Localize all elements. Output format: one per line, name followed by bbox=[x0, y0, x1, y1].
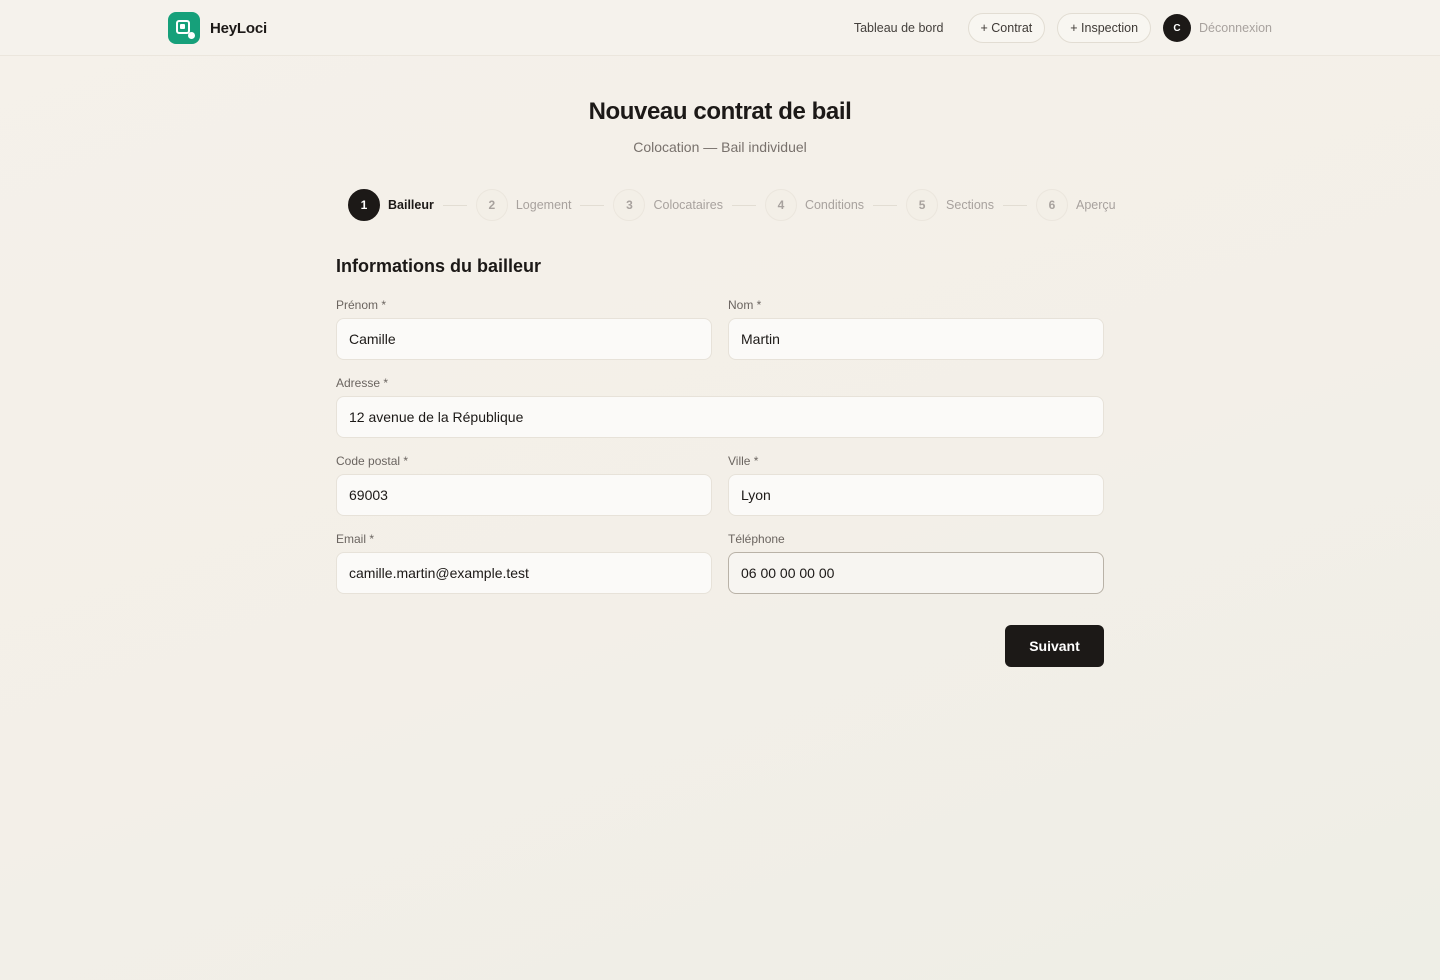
first-name-field: Prénom * bbox=[336, 298, 712, 360]
city-input[interactable] bbox=[728, 474, 1104, 516]
step-label: Bailleur bbox=[388, 198, 434, 212]
email-input[interactable] bbox=[336, 552, 712, 594]
phone-field: Téléphone bbox=[728, 532, 1104, 594]
last-name-label: Nom * bbox=[728, 298, 762, 312]
step-number: 5 bbox=[906, 189, 939, 221]
step-colocataires[interactable]: 3 Colocataires bbox=[613, 189, 723, 221]
step-sections[interactable]: 5 Sections bbox=[906, 189, 994, 221]
phone-input[interactable] bbox=[728, 552, 1104, 594]
postal-code-label: Code postal * bbox=[336, 454, 409, 468]
heyloci-logo-icon bbox=[168, 12, 200, 44]
step-connector bbox=[873, 204, 898, 206]
step-number: 3 bbox=[613, 189, 646, 221]
wizard-stepper: 1 Bailleur 2 Logement 3 Colocataires 4 C… bbox=[348, 189, 1116, 221]
page-subtitle: Colocation — Bail individuel bbox=[633, 139, 807, 155]
page-title: Nouveau contrat de bail bbox=[588, 98, 852, 125]
address-input[interactable] bbox=[336, 396, 1104, 438]
nav-actions: Tableau de bord + Contrat + Inspection C… bbox=[854, 13, 1272, 43]
logout-link[interactable]: Déconnexion bbox=[1199, 21, 1272, 35]
postal-code-field: Code postal * bbox=[336, 454, 712, 516]
step-label: Conditions bbox=[804, 198, 865, 212]
step-conditions[interactable]: 4 Conditions bbox=[764, 189, 865, 221]
step-number: 2 bbox=[475, 189, 508, 221]
new-contract-button[interactable]: + Contrat bbox=[967, 13, 1046, 43]
step-number: 6 bbox=[1035, 189, 1068, 221]
step-connector bbox=[580, 204, 605, 206]
step-label: Sections bbox=[946, 198, 994, 212]
city-label: Ville * bbox=[728, 454, 759, 468]
step-apercu[interactable]: 6 Aperçu bbox=[1035, 189, 1116, 221]
email-label: Email * bbox=[336, 532, 375, 546]
step-connector bbox=[731, 204, 756, 206]
step-connector bbox=[442, 204, 467, 206]
section-title: Informations du bailleur bbox=[336, 256, 542, 276]
step-connector bbox=[1002, 204, 1027, 206]
address-label: Adresse * bbox=[336, 376, 389, 390]
new-inspection-button[interactable]: + Inspection bbox=[1057, 13, 1152, 43]
step-number: 1 bbox=[348, 189, 380, 221]
address-field: Adresse * bbox=[336, 376, 1104, 438]
step-bailleur[interactable]: 1 Bailleur bbox=[348, 189, 434, 221]
phone-label: Téléphone bbox=[728, 532, 785, 546]
next-button[interactable]: Suivant bbox=[1005, 625, 1104, 667]
top-navigation: HeyLoci Tableau de bord + Contrat + Insp… bbox=[0, 0, 1440, 56]
step-label: Aperçu bbox=[1075, 198, 1116, 212]
step-logement[interactable]: 2 Logement bbox=[475, 189, 572, 221]
brand[interactable]: HeyLoci bbox=[168, 12, 267, 44]
last-name-input[interactable] bbox=[728, 318, 1104, 360]
avatar[interactable]: C bbox=[1163, 14, 1192, 42]
step-label: Logement bbox=[515, 198, 572, 212]
first-name-input[interactable] bbox=[336, 318, 712, 360]
last-name-field: Nom * bbox=[728, 298, 1104, 360]
city-field: Ville * bbox=[728, 454, 1104, 516]
step-number: 4 bbox=[764, 189, 797, 221]
step-label: Colocataires bbox=[653, 198, 723, 212]
brand-name: HeyLoci bbox=[210, 19, 267, 37]
first-name-label: Prénom * bbox=[336, 298, 387, 312]
postal-code-input[interactable] bbox=[336, 474, 712, 516]
nav-link-dashboard[interactable]: Tableau de bord bbox=[854, 21, 944, 35]
email-field: Email * bbox=[336, 532, 712, 594]
